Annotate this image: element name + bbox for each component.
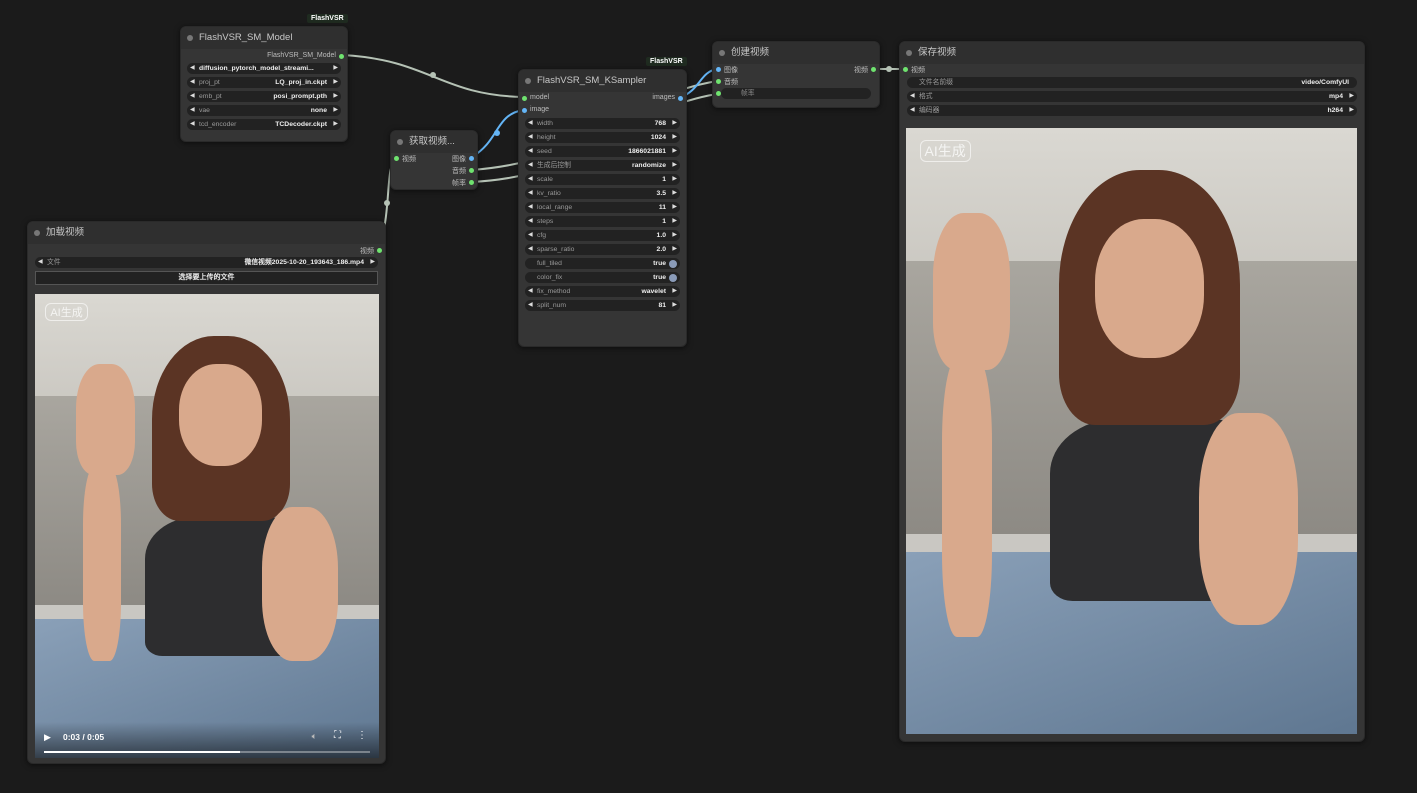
- emb-pt-select[interactable]: ◀ emb_pt posi_prompt.pth ▶: [187, 91, 341, 102]
- create-video-node[interactable]: 创建视频 图像 视频 音频 帧率: [712, 41, 880, 108]
- fps-input[interactable]: 帧率: [721, 88, 871, 99]
- io-row[interactable]: 视频 图像: [391, 153, 477, 165]
- split-num-widget[interactable]: ◀ split_num 81 ▶: [525, 300, 680, 311]
- play-icon[interactable]: ▶: [44, 732, 51, 743]
- watermark-label: AI生成: [45, 303, 88, 322]
- collapse-dot-icon[interactable]: [906, 50, 912, 56]
- get-video-node[interactable]: 获取视频... 视频 图像 音频 帧率: [390, 130, 478, 190]
- ksampler-node[interactable]: FlashVSR_SM_KSampler model images image …: [518, 69, 687, 347]
- tcd-encoder-select[interactable]: ◀ tcd_encoder TCDecoder.ckpt ▶: [187, 119, 341, 130]
- node-badge: FlashVSR: [307, 14, 348, 23]
- output-slot[interactable]: 帧率: [391, 177, 477, 189]
- io-row[interactable]: 图像 视频: [713, 64, 879, 76]
- full-tiled-toggle[interactable]: full_tiled true: [525, 258, 680, 269]
- color-fix-toggle[interactable]: color_fix true: [525, 272, 680, 283]
- kv-ratio-widget[interactable]: ◀ kv_ratio 3.5 ▶: [525, 188, 680, 199]
- node-badge: FlashVSR: [646, 57, 687, 66]
- collapse-dot-icon[interactable]: [525, 78, 531, 84]
- proj-pt-select[interactable]: ◀ proj_pt LQ_proj_in.ckpt ▶: [187, 77, 341, 88]
- upload-button[interactable]: 选择要上传的文件: [35, 271, 378, 285]
- toggle-knob-icon: [669, 259, 677, 268]
- collapse-dot-icon[interactable]: [187, 35, 193, 41]
- model-node[interactable]: FlashVSR_SM_Model FlashVSR_SM_Model ◀ dif…: [180, 26, 348, 142]
- watermark-label: AI生成: [919, 140, 971, 163]
- scale-widget[interactable]: ◀ scale 1 ▶: [525, 174, 680, 185]
- node-title[interactable]: 加载视频: [28, 222, 385, 244]
- video-controls: ▶ 0:03 / 0:05 🔈︎ ⛶ ⋮: [35, 722, 379, 758]
- file-select[interactable]: ◀ 文件 微信视频2025-10-20_193643_186.mp4 ▶: [35, 257, 378, 268]
- node-title[interactable]: 创建视频: [713, 42, 879, 64]
- more-options-icon[interactable]: ⋮: [357, 730, 367, 741]
- fullscreen-icon[interactable]: ⛶: [334, 730, 341, 741]
- output-slot[interactable]: 视频: [28, 245, 385, 257]
- load-video-node[interactable]: 加载视频 视频 ◀ 文件 微信视频2025-10-20_193643_186.mp4…: [27, 221, 386, 764]
- node-title[interactable]: FlashVSR_SM_Model: [181, 27, 347, 49]
- input-video-player[interactable]: AI生成 ▶ 0:03 / 0:05 🔈︎ ⛶ ⋮: [35, 294, 379, 758]
- collapse-dot-icon[interactable]: [719, 50, 725, 56]
- wire-image: [471, 109, 524, 158]
- output-slot[interactable]: 音频: [391, 165, 477, 177]
- input-slot[interactable]: 音频: [713, 76, 879, 88]
- output-slot[interactable]: FlashVSR_SM_Model: [181, 51, 347, 63]
- model-select[interactable]: ◀ diffusion_pytorch_model_streami... ▶: [187, 63, 341, 74]
- vae-select[interactable]: ◀ vae none ▶: [187, 105, 341, 116]
- node-title[interactable]: 保存视频: [900, 42, 1364, 64]
- video-time: 0:03 / 0:05: [63, 732, 105, 742]
- seed-widget[interactable]: ◀ seed 1866021881 ▶: [525, 146, 680, 157]
- progress-fill: [44, 751, 240, 753]
- width-widget[interactable]: ◀ width 768 ▶: [525, 118, 680, 129]
- sparse-ratio-widget[interactable]: ◀ sparse_ratio 2.0 ▶: [525, 244, 680, 255]
- output-video-preview[interactable]: AI生成: [906, 128, 1357, 734]
- codec-widget[interactable]: ◀ 编码器 h264 ▶: [907, 105, 1357, 116]
- local-range-widget[interactable]: ◀ local_range 11 ▶: [525, 202, 680, 213]
- format-widget[interactable]: ◀ 格式 mp4 ▶: [907, 91, 1357, 102]
- steps-widget[interactable]: ◀ steps 1 ▶: [525, 216, 680, 227]
- cfg-widget[interactable]: ◀ cfg 1.0 ▶: [525, 230, 680, 241]
- filename-prefix-widget[interactable]: 文件名前缀 video/ComfyUI: [907, 77, 1357, 88]
- input-slot[interactable]: image: [519, 105, 686, 117]
- control-after-generate-widget[interactable]: ◀ 生成后控制 randomize ▶: [525, 160, 680, 171]
- fix-method-widget[interactable]: ◀ fix_method wavelet ▶: [525, 286, 680, 297]
- collapse-dot-icon[interactable]: [397, 139, 403, 145]
- toggle-knob-icon: [669, 273, 677, 282]
- node-title[interactable]: 获取视频...: [391, 131, 477, 153]
- height-widget[interactable]: ◀ height 1024 ▶: [525, 132, 680, 143]
- node-title[interactable]: FlashVSR_SM_KSampler: [519, 70, 686, 92]
- io-row[interactable]: model images: [519, 93, 686, 105]
- collapse-dot-icon[interactable]: [34, 230, 40, 236]
- wire-model: [342, 54, 524, 98]
- input-slot[interactable]: 视频: [900, 64, 1364, 76]
- progress-bar[interactable]: [44, 751, 370, 753]
- volume-icon[interactable]: 🔈︎: [312, 731, 317, 742]
- save-video-node[interactable]: 保存视频 视频 文件名前缀 video/ComfyUI ◀ 格式 mp4 ▶ ◀ 编码器 h…: [899, 41, 1365, 742]
